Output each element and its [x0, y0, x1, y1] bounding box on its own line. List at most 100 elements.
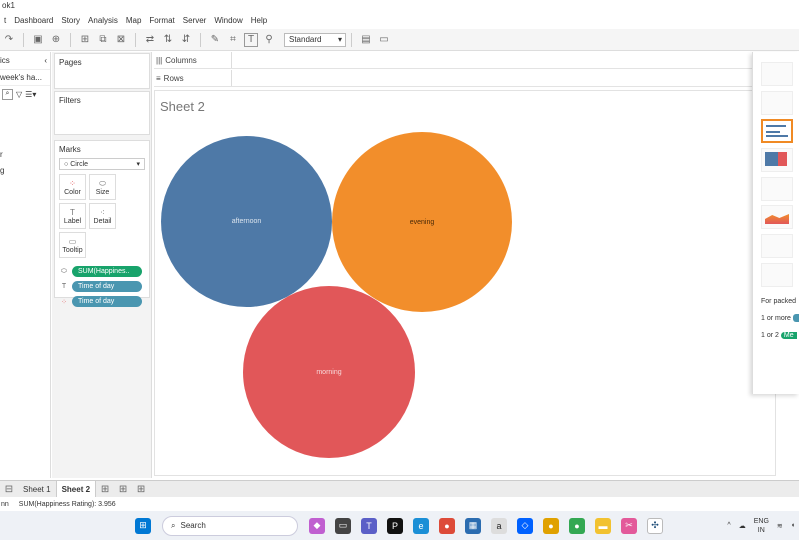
menu-item-help[interactable]: Help — [247, 13, 271, 29]
filters-shelf[interactable]: Filters — [54, 91, 150, 135]
pin-icon[interactable]: ⚲ — [262, 33, 276, 47]
save-icon[interactable]: ▣ — [31, 33, 45, 47]
status-bar: nn SUM(Happiness Rating): 3.956 — [0, 497, 799, 511]
snipping-tool-icon[interactable]: ✂ — [621, 517, 637, 534]
redo-icon[interactable]: ↷ — [2, 33, 16, 47]
collapse-icon[interactable]: ‹ — [44, 52, 47, 69]
filter-icon[interactable]: ▽ — [16, 90, 22, 99]
columns-label: Columns — [165, 55, 197, 65]
rows-icon: ≡ — [156, 73, 161, 83]
tooltip-button[interactable]: ▭ Tooltip — [59, 232, 86, 258]
chart-thumb-map[interactable] — [761, 91, 793, 115]
file-manager-icon[interactable]: ▭ — [335, 517, 351, 534]
group-icon[interactable]: ⌗ — [226, 33, 240, 47]
menu-item-dashboard[interactable]: Dashboard — [10, 13, 57, 29]
chart-thumb-area[interactable] — [761, 205, 793, 229]
menu-item-server[interactable]: Server — [179, 13, 211, 29]
sheet-title[interactable]: Sheet 2 — [160, 99, 205, 114]
sort-ascending-icon[interactable]: ⇅ — [161, 33, 175, 47]
bubble-evening[interactable]: evening — [332, 132, 512, 312]
chrome-icon[interactable]: ● — [439, 517, 455, 534]
chart-thumb-text-table[interactable] — [761, 62, 793, 86]
highlight-icon[interactable]: ✎ — [208, 33, 222, 47]
windows-start-icon[interactable]: ⊞ — [135, 517, 151, 534]
widgets-icon[interactable]: ◆ — [309, 517, 325, 534]
chart-thumb-scatter[interactable] — [761, 234, 793, 258]
bubble-afternoon[interactable]: afternoon — [161, 136, 332, 307]
weather-icon[interactable]: ☁ — [739, 522, 746, 530]
store-icon[interactable]: ▦ — [465, 517, 481, 534]
rows-label: Rows — [163, 73, 184, 83]
show-cards-icon[interactable]: ▤ — [359, 33, 373, 47]
clear-sheet-icon[interactable]: ⊠ — [114, 33, 128, 47]
menu-item-window[interactable]: Window — [210, 13, 246, 29]
new-sheet-icon[interactable]: ⊞ — [98, 482, 112, 496]
columns-icon: ||| — [156, 55, 163, 65]
fit-select[interactable]: Standard ▾ — [284, 32, 346, 47]
taskbar-search-label: Search — [180, 521, 206, 530]
swap-icon[interactable]: ⇄ — [143, 33, 157, 47]
show-labels-icon[interactable]: T — [244, 32, 258, 47]
wifi-icon[interactable]: ≋ — [777, 522, 783, 530]
rows-shelf[interactable]: ≡ Rows — [154, 70, 752, 87]
tab-sheet-1[interactable]: Sheet 1 — [18, 481, 56, 497]
new-worksheet-icon[interactable]: ⊞ — [78, 33, 92, 47]
tableau-icon[interactable]: ✣ — [647, 517, 663, 534]
taskbar-search[interactable]: ⌕ Search — [162, 515, 298, 536]
dropbox-icon[interactable]: ◇ — [517, 517, 533, 534]
color-button[interactable]: ⁘ Color — [59, 174, 86, 200]
pages-shelf[interactable]: Pages — [54, 53, 150, 89]
datasource-item[interactable]: week's ha... — [0, 70, 50, 86]
chrome-profile-icon[interactable]: ● — [569, 517, 585, 534]
menu-item-map[interactable]: Map — [122, 13, 146, 29]
menu-item-format[interactable]: Format — [145, 13, 178, 29]
search-icon[interactable]: ⌕ — [2, 88, 13, 100]
volume-icon[interactable]: ◖ — [791, 522, 795, 529]
color-pill[interactable]: Time of day — [72, 296, 142, 307]
size-button[interactable]: ⬭ Size — [89, 174, 116, 200]
tooltip-label: Tooltip — [62, 246, 83, 254]
chart-thumb-line[interactable] — [761, 177, 793, 201]
view-canvas: Sheet 2 afternoon evening morning — [154, 90, 776, 476]
bubble-morning[interactable]: morning — [243, 286, 415, 458]
pill-row-color: ⁘ Time of day — [55, 294, 149, 309]
amazon-icon[interactable]: a — [491, 517, 507, 534]
duplicate-icon[interactable]: ⧉ — [96, 33, 110, 47]
toolbar-divider — [200, 32, 201, 47]
label-pill[interactable]: Time of day — [72, 281, 142, 292]
chart-thumb-heat[interactable] — [761, 263, 793, 287]
new-datasource-icon[interactable]: ⊕ — [49, 33, 63, 47]
chart-thumb-treemap[interactable] — [761, 148, 793, 172]
new-story-icon[interactable]: ⊞ — [134, 482, 148, 496]
size-icon: ⬭ — [99, 178, 106, 188]
size-pill[interactable]: SUM(Happines.. — [72, 266, 142, 277]
new-dashboard-icon[interactable]: ⊞ — [116, 482, 130, 496]
search-icon: ⌕ — [171, 520, 176, 530]
pycharm-icon[interactable]: P — [387, 517, 403, 534]
chevron-up-icon[interactable]: ^ — [727, 522, 730, 529]
mark-buttons: ⁘ Color ⬭ Size T Label ⁖ Detail ▭ Tooltip — [55, 170, 149, 258]
menu-item-analysis[interactable]: Analysis — [84, 13, 122, 29]
presentation-icon[interactable]: ▭ — [377, 33, 391, 47]
label-button[interactable]: T Label — [59, 203, 86, 229]
detail-button[interactable]: ⁖ Detail — [89, 203, 116, 229]
edge-icon[interactable]: e — [413, 517, 429, 534]
data-pane-title: ics — [0, 56, 10, 65]
menu-item-story[interactable]: Story — [57, 13, 84, 29]
teams-icon[interactable]: T — [361, 517, 377, 534]
sort-descending-icon[interactable]: ⇵ — [179, 33, 193, 47]
language-indicator[interactable]: ENG IN — [754, 517, 769, 535]
chart-thumb-bar[interactable] — [761, 119, 793, 143]
view-options-icon[interactable]: ☰▾ — [25, 90, 36, 99]
mark-type-select[interactable]: ○ Circle ▾ — [59, 158, 145, 170]
tab-sheet-2[interactable]: Sheet 2 — [55, 481, 97, 497]
toolbar-divider — [351, 32, 352, 47]
folder-icon[interactable]: ▬ — [595, 517, 611, 534]
measure-fragment: g — [0, 166, 5, 175]
chrome-icon[interactable]: ● — [543, 517, 559, 534]
detail-icon: ⁖ — [100, 207, 105, 217]
data-source-tab-icon[interactable]: ⊟ — [2, 482, 16, 496]
columns-shelf[interactable]: ||| Columns — [154, 52, 752, 69]
menu-item-file[interactable]: t — [0, 13, 10, 29]
system-tray: ^ ☁ ENG IN ≋ ◖ — [727, 511, 799, 540]
